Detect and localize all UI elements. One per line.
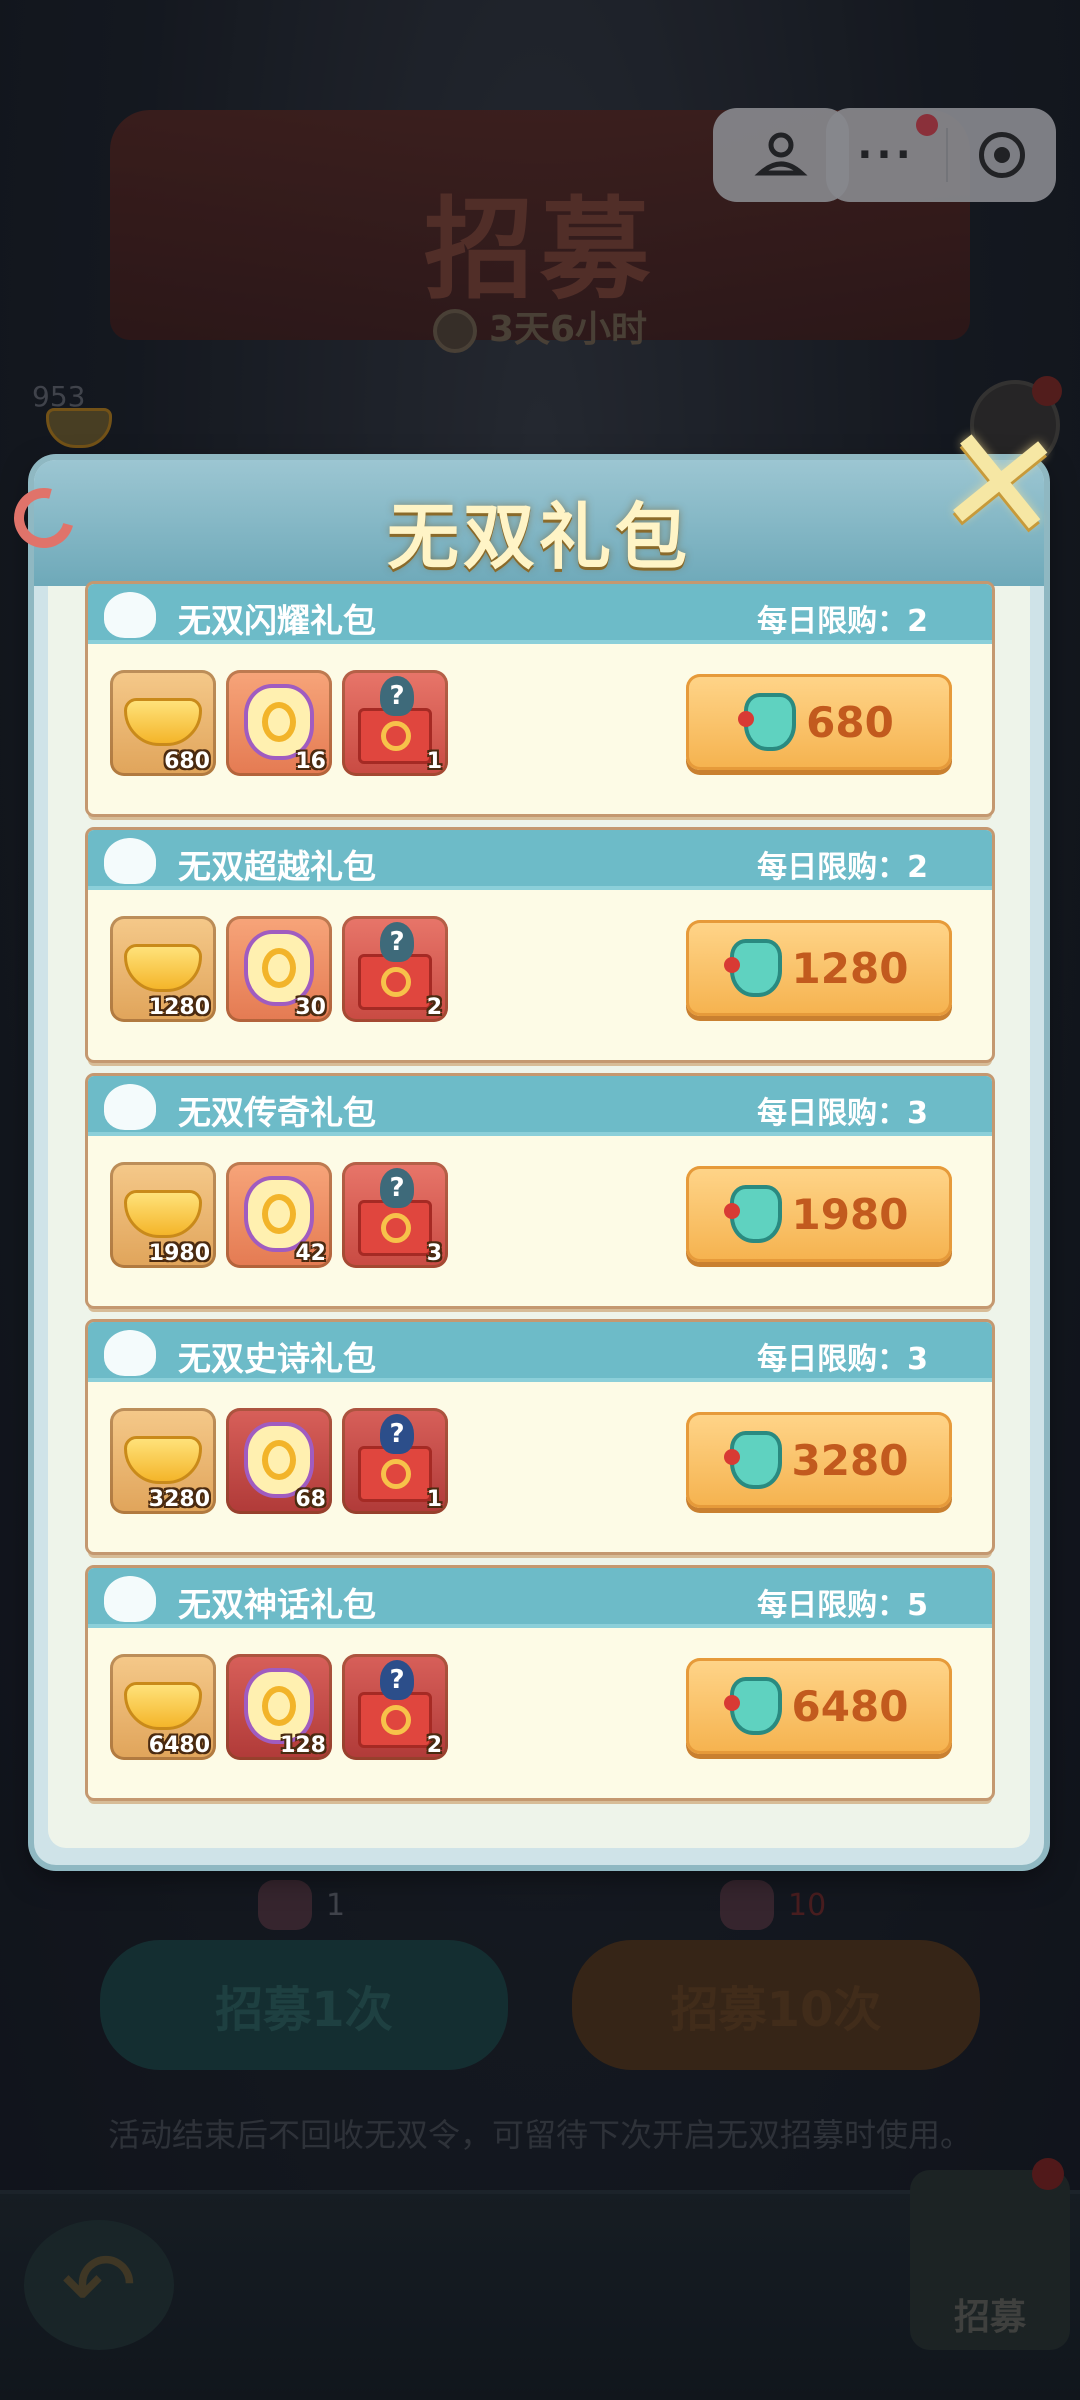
item-token[interactable]: 128 <box>226 1654 332 1760</box>
question-mark-icon: ? <box>380 1168 414 1208</box>
item-gold[interactable]: 680 <box>110 670 216 776</box>
pack-bag-icon <box>104 592 156 638</box>
price-label: 3280 <box>791 1435 909 1485</box>
item-count: 68 <box>295 1487 326 1512</box>
pack-header: 无双超越礼包 每日限购：2 <box>88 830 992 890</box>
pack-items: 6480 128 ? 2 <box>110 1654 448 1760</box>
pack-daily-limit: 每日限购：3 <box>757 1096 928 1131</box>
question-mark-icon: ? <box>380 1414 414 1454</box>
price-label: 1280 <box>791 943 909 993</box>
pack-header: 无双神话礼包 每日限购：5 <box>88 1568 992 1628</box>
gift-pack-card: 无双传奇礼包 每日限购：3 1980 42 ? 3 1980 <box>88 1076 992 1306</box>
pack-daily-limit: 每日限购：5 <box>757 1588 928 1623</box>
pack-name: 无双传奇礼包 <box>178 1093 376 1132</box>
item-count: 16 <box>295 749 326 774</box>
item-gold[interactable]: 1980 <box>110 1162 216 1268</box>
close-button[interactable]: ✕ <box>928 392 1071 578</box>
pack-bag-icon <box>104 1576 156 1622</box>
item-count: 3280 <box>148 1487 210 1512</box>
item-count: 1980 <box>148 1241 210 1266</box>
item-count: 6480 <box>148 1733 210 1758</box>
jade-currency-icon <box>738 693 797 751</box>
gold-ingot-icon <box>124 944 202 992</box>
gold-ingot-icon <box>124 1436 202 1484</box>
pack-daily-limit: 每日限购：3 <box>757 1342 928 1377</box>
item-gold[interactable]: 6480 <box>110 1654 216 1760</box>
price-label: 6480 <box>791 1681 909 1731</box>
mystery-box-icon <box>358 708 432 764</box>
item-count: 2 <box>426 995 442 1020</box>
pack-name: 无双闪耀礼包 <box>178 601 376 640</box>
item-count: 680 <box>164 749 210 774</box>
item-token[interactable]: 30 <box>226 916 332 1022</box>
item-mystery-box[interactable]: ? 2 <box>342 916 448 1022</box>
item-mystery-box[interactable]: ? 1 <box>342 1408 448 1514</box>
jade-currency-icon <box>723 1431 782 1489</box>
item-mystery-box[interactable]: ? 2 <box>342 1654 448 1760</box>
pack-name: 无双史诗礼包 <box>178 1339 376 1378</box>
price-label: 1980 <box>791 1189 909 1239</box>
price-label: 680 <box>806 697 894 747</box>
pack-name: 无双超越礼包 <box>178 847 376 886</box>
buy-button[interactable]: 3280 <box>686 1412 952 1508</box>
jade-currency-icon <box>723 1677 782 1735</box>
question-mark-icon: ? <box>380 676 414 716</box>
item-token[interactable]: 16 <box>226 670 332 776</box>
item-count: 30 <box>295 995 326 1020</box>
mystery-box-icon <box>358 1446 432 1502</box>
pack-bag-icon <box>104 1084 156 1130</box>
dialog-title: 无双礼包 <box>386 494 691 579</box>
item-gold[interactable]: 3280 <box>110 1408 216 1514</box>
buy-button[interactable]: 1280 <box>686 920 952 1016</box>
jade-currency-icon <box>723 939 782 997</box>
buy-button[interactable]: 680 <box>686 674 952 770</box>
item-mystery-box[interactable]: ? 1 <box>342 670 448 776</box>
question-mark-icon: ? <box>380 1660 414 1700</box>
mystery-box-icon <box>358 1692 432 1748</box>
dialog-header: 无双礼包 <box>3 460 1044 586</box>
jade-currency-icon <box>723 1185 782 1243</box>
gift-pack-card: 无双神话礼包 每日限购：5 6480 128 ? 2 6480 <box>88 1568 992 1798</box>
item-mystery-box[interactable]: ? 3 <box>342 1162 448 1268</box>
pack-items: 680 16 ? 1 <box>110 670 448 776</box>
item-count: 42 <box>295 1241 326 1266</box>
item-count: 1280 <box>148 995 210 1020</box>
gift-pack-card: 无双超越礼包 每日限购：2 1280 30 ? 2 1280 <box>88 830 992 1060</box>
item-count: 3 <box>426 1241 442 1266</box>
pack-daily-limit: 每日限购：2 <box>757 850 928 885</box>
item-token[interactable]: 42 <box>226 1162 332 1268</box>
buy-button[interactable]: 1980 <box>686 1166 952 1262</box>
close-icon: ✕ <box>928 391 1072 579</box>
item-count: 128 <box>280 1733 326 1758</box>
pack-header: 无双史诗礼包 每日限购：3 <box>88 1322 992 1382</box>
gold-ingot-icon <box>124 698 202 746</box>
mystery-box-icon <box>358 954 432 1010</box>
pack-daily-limit: 每日限购：2 <box>757 604 928 639</box>
item-token[interactable]: 68 <box>226 1408 332 1514</box>
item-count: 1 <box>426 1487 442 1512</box>
pack-items: 3280 68 ? 1 <box>110 1408 448 1514</box>
item-count: 1 <box>426 749 442 774</box>
gift-pack-card: 无双闪耀礼包 每日限购：2 680 16 ? 1 680 <box>88 584 992 814</box>
gift-pack-card: 无双史诗礼包 每日限购：3 3280 68 ? 1 3280 <box>88 1322 992 1552</box>
pack-items: 1980 42 ? 3 <box>110 1162 448 1268</box>
pack-name: 无双神话礼包 <box>178 1585 376 1624</box>
pack-bag-icon <box>104 1330 156 1376</box>
pack-bag-icon <box>104 838 156 884</box>
buy-button[interactable]: 6480 <box>686 1658 952 1754</box>
item-count: 2 <box>426 1733 442 1758</box>
item-gold[interactable]: 1280 <box>110 916 216 1022</box>
gold-ingot-icon <box>124 1190 202 1238</box>
question-mark-icon: ? <box>380 922 414 962</box>
pack-header: 无双闪耀礼包 每日限购：2 <box>88 584 992 644</box>
pack-header: 无双传奇礼包 每日限购：3 <box>88 1076 992 1136</box>
mystery-box-icon <box>358 1200 432 1256</box>
gold-ingot-icon <box>124 1682 202 1730</box>
pack-items: 1280 30 ? 2 <box>110 916 448 1022</box>
